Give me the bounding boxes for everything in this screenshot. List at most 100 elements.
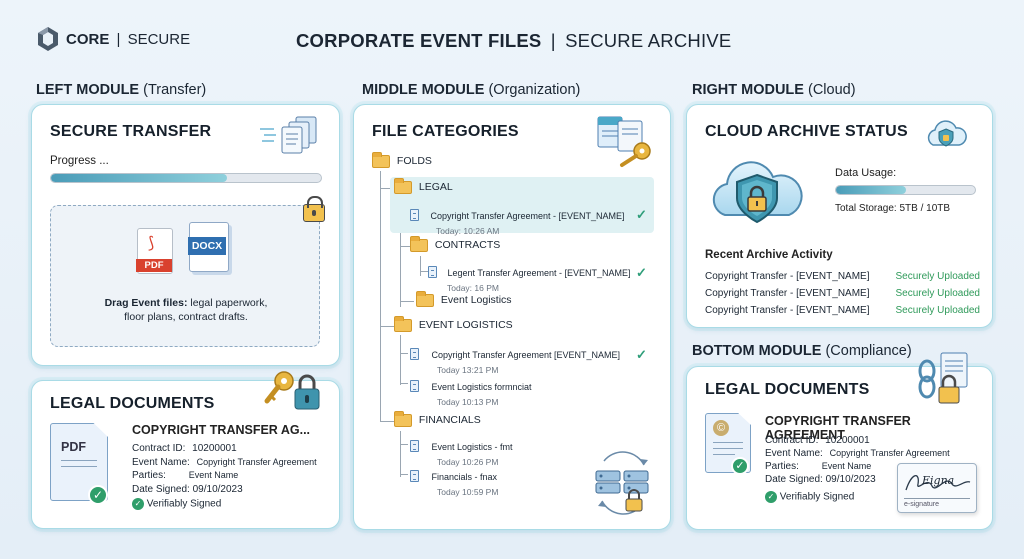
recent-activity-title: Recent Archive Activity	[705, 249, 833, 261]
el-file1-check-icon: ✓	[636, 347, 647, 362]
flying-files-icon	[260, 116, 317, 154]
activity-file: Copyright Transfer - [EVENT_NAME]	[705, 288, 870, 299]
secure-transfer-title: SECURE TRANSFER	[50, 123, 212, 140]
activity-row: Copyright Transfer - [EVENT_NAME] Secure…	[705, 285, 980, 302]
signed-label: Verifiably Signed	[779, 491, 855, 503]
tree-folder-financials-label: FINANCIALS	[418, 414, 481, 427]
meta-value: Copyright Transfer Agreement	[829, 448, 950, 458]
tree-folder-contracts[interactable]: CONTRACTS	[410, 236, 500, 252]
tree-folder-legal-label-top: LEGAL	[418, 181, 453, 194]
meta-key: Event Name:	[132, 456, 190, 468]
legal-left-verified-badge-icon: ✓	[88, 485, 108, 505]
docx-file-icon: DOCX	[188, 222, 229, 272]
meta-key: Contract ID:	[132, 443, 186, 454]
title-light: SECURE ARCHIVE	[565, 30, 732, 51]
tree-file-event-logistics-2[interactable]: Event Logistics formnciat Today 10:13 PM	[410, 377, 532, 407]
copyright-symbol-icon: ©	[713, 420, 729, 436]
key-lock-icon	[264, 371, 320, 410]
brand-name: CORE | SECURE	[66, 31, 190, 48]
files-key-icon	[597, 116, 651, 167]
legal-left-meta: Contract ID: 10200001 Event Name: Copyri…	[132, 442, 317, 496]
activity-status: Securely Uploaded	[895, 305, 981, 316]
meta-key: Date Signed:	[132, 483, 190, 495]
e-signature-label: e-signature	[904, 501, 940, 508]
legal-left-title: LEGAL DOCUMENTS	[50, 395, 215, 412]
tree-root-label: FOLDS	[396, 155, 432, 168]
activity-file: Copyright Transfer - [EVENT_NAME]	[705, 305, 870, 316]
legal-left-signed: ✓ Verifiably Signed	[132, 498, 221, 510]
tree-file-financials-2[interactable]: Financials - fnax Today 10:59 PM	[410, 467, 498, 497]
drop-zone[interactable]: ⟆ PDF DOCX Drag Event files: legal paper…	[50, 196, 325, 347]
data-usage-bar-fill	[836, 186, 906, 194]
meta-value: 10200001	[825, 435, 870, 446]
cloud-archive-card: CLOUD ARCHIVE STATUS Data Usage: Total S…	[686, 104, 993, 328]
legal-right-signed: ✓ Verifiably Signed	[765, 491, 854, 503]
document-icon	[410, 439, 419, 452]
drop-zone-line2: floor plans, contract drafts.	[124, 311, 248, 323]
meta-value: Copyright Transfer Agreement	[196, 456, 317, 467]
middle-module-label: MIDDLE MODULE (Organization)	[362, 82, 580, 98]
tree-folder-legal-overlay[interactable]: LEGAL	[394, 178, 453, 194]
fin-file1-time: Today 10:26 PM	[437, 457, 499, 467]
tree-file-legal-time: Today: 10:26 AM	[436, 226, 500, 236]
title-bold: CORPORATE EVENT FILES	[296, 30, 542, 51]
legal-documents-left-card: LEGAL DOCUMENTS PDF ✓ COPYRIGHT TRANSFER…	[31, 371, 340, 529]
meta-value: Event Name	[188, 470, 239, 480]
legal-documents-right-card: LEGAL DOCUMENTS © ✓ COPYRIGHT TRANSFER A…	[686, 352, 993, 530]
title-sep: |	[550, 30, 556, 51]
tree-file-event-logistics-1[interactable]: Copyright Transfer Agreement [EVENT_NAME…	[410, 345, 620, 375]
tree-file-contracts[interactable]: Legent Transfer Agreement - [EVENT_NAME]…	[428, 263, 631, 293]
progress-bar-fill	[51, 174, 227, 182]
meta-key: Parties:	[765, 461, 799, 472]
legal-left-pdf-label: PDF	[61, 440, 86, 454]
tree-folder-event-logistics-label: EVENT LOGISTICS	[418, 319, 513, 332]
left-module-label: LEFT MODULE (Transfer)	[36, 82, 206, 98]
meta-value: 10200001	[192, 443, 237, 454]
legal-right-verified-badge-icon: ✓	[731, 457, 749, 475]
tree-file-financials-1[interactable]: Event Logistics - fmt Today 10:26 PM	[410, 437, 512, 467]
tree-folder-event-logistics-sub-label: Event Logistics	[440, 294, 512, 307]
data-usage-bar	[835, 185, 976, 195]
middle-module-sub: (Organization)	[488, 82, 581, 98]
legal-left-doc-title: COPYRIGHT TRANSFER AG...	[132, 423, 311, 437]
right-module-label: RIGHT MODULE (Cloud)	[692, 82, 856, 98]
tree-file-legal[interactable]: Copyright Transfer Agreement - [EVENT_NA…	[410, 206, 625, 236]
tree-folder-financials[interactable]: FINANCIALS	[394, 411, 481, 427]
file-categories-title: FILE CATEGORIES	[372, 123, 519, 140]
activity-row: Copyright Transfer - [EVENT_NAME] Secure…	[705, 302, 980, 319]
folder-icon	[394, 411, 412, 427]
document-icon	[410, 379, 419, 392]
signature-name: Eigna	[922, 474, 955, 487]
activity-row: Copyright Transfer - [EVENT_NAME] Secure…	[705, 268, 980, 285]
activity-file: Copyright Transfer - [EVENT_NAME]	[705, 271, 870, 282]
meta-value: 09/10/2023	[825, 474, 876, 485]
drop-zone-text: Drag Event files: legal paperwork, floor…	[51, 296, 321, 324]
activity-status: Securely Uploaded	[895, 271, 981, 282]
tree-folder-event-logistics[interactable]: EVENT LOGISTICS	[394, 316, 513, 332]
fin-file1-name: Event Logistics - fmt	[431, 442, 513, 452]
document-icon	[410, 208, 419, 221]
right-module-sub: (Cloud)	[808, 82, 856, 98]
e-signature-card: Eigna e-signature	[897, 463, 977, 513]
signed-label: Verifiably Signed	[146, 498, 222, 510]
meta-key: Event Name:	[765, 448, 823, 459]
tree-file-contracts-time: Today: 16 PM	[447, 283, 499, 293]
activity-status: Securely Uploaded	[895, 288, 981, 299]
meta-row-date-signed: Date Signed: 09/10/2023	[132, 483, 317, 497]
progress-bar	[50, 173, 322, 183]
document-icon	[410, 347, 419, 360]
verified-check-icon: ✓	[765, 491, 777, 503]
tree-file-legal-name: Copyright Transfer Agreement - [EVENT_NA…	[430, 211, 625, 221]
left-module-name: LEFT MODULE	[36, 82, 140, 98]
legal-file-check-icon: ✓	[636, 207, 647, 222]
fin-file2-name: Financials - fnax	[431, 472, 497, 482]
el-file2-time: Today 10:13 PM	[437, 397, 499, 407]
folder-icon	[394, 316, 412, 332]
meta-key: Contract ID:	[765, 435, 819, 446]
tree-root[interactable]: FOLDS	[372, 152, 432, 168]
meta-key: Parties:	[132, 470, 166, 481]
cloud-archive-title: CLOUD ARCHIVE STATUS	[705, 123, 908, 140]
tree-folder-event-logistics-sub[interactable]: Event Logistics	[416, 291, 512, 307]
bottom-module-label: BOTTOM MODULE (Compliance)	[692, 343, 912, 359]
pdf-file-icon: ⟆ PDF	[136, 228, 173, 274]
